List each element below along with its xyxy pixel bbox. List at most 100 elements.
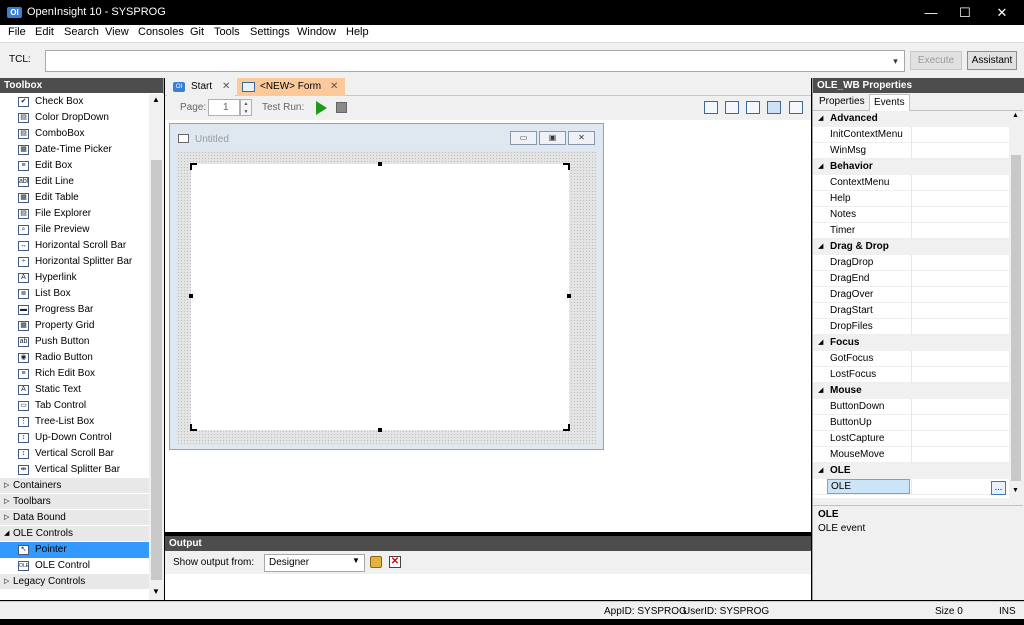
- resize-handle[interactable]: [563, 424, 570, 431]
- expanded-arrow-icon[interactable]: ◢: [818, 383, 823, 399]
- event-value[interactable]: [911, 367, 1007, 383]
- event-row[interactable]: DragOver: [813, 287, 1009, 303]
- event-row[interactable]: InitContextMenu: [813, 127, 1009, 143]
- event-value[interactable]: [911, 191, 1007, 207]
- close-button[interactable]: ✕: [985, 0, 1019, 25]
- align-center-icon[interactable]: [725, 101, 739, 114]
- event-row[interactable]: DropFiles: [813, 319, 1009, 335]
- menu-search[interactable]: Search: [64, 26, 99, 38]
- find-in-output-icon[interactable]: [370, 556, 382, 568]
- toolbox-item[interactable]: ⇹ Vertical Splitter Bar: [0, 462, 149, 478]
- event-value[interactable]: [911, 127, 1007, 143]
- toolbox-item[interactable]: ◉ Radio Button: [0, 350, 149, 366]
- toolbox-item[interactable]: ↔ Horizontal Scroll Bar: [0, 238, 149, 254]
- toolbox-item[interactable]: ▬ Progress Bar: [0, 302, 149, 318]
- event-value[interactable]: [911, 223, 1007, 239]
- assistant-button[interactable]: Assistant: [967, 51, 1017, 70]
- collapsed-arrow-icon[interactable]: ▷: [4, 478, 9, 493]
- resize-handle[interactable]: [378, 162, 382, 166]
- execute-button[interactable]: Execute: [910, 51, 962, 70]
- toolbox-item[interactable]: ⌕ File Preview: [0, 222, 149, 238]
- expanded-arrow-icon[interactable]: ◢: [818, 335, 823, 351]
- toolbox-item[interactable]: A Hyperlink: [0, 270, 149, 286]
- title-bar[interactable]: OI OpenInsight 10 - SYSPROG — ☐ ✕: [0, 0, 1024, 25]
- event-row[interactable]: Notes: [813, 207, 1009, 223]
- toolbox-group[interactable]: ▷ Data Bound: [0, 510, 149, 525]
- scroll-down-icon[interactable]: ▼: [152, 587, 160, 596]
- scroll-up-icon[interactable]: ▲: [1012, 112, 1019, 119]
- event-value[interactable]: [911, 255, 1007, 271]
- tab-events[interactable]: Events: [869, 94, 910, 111]
- event-category[interactable]: ◢ Advanced: [813, 111, 1009, 127]
- toolbox-item[interactable]: ▤ Color DropDown: [0, 110, 149, 126]
- expanded-arrow-icon[interactable]: ◢: [4, 526, 9, 541]
- event-row[interactable]: OLE: [813, 479, 1009, 495]
- menu-tools[interactable]: Tools: [214, 26, 240, 38]
- event-value[interactable]: [911, 351, 1007, 367]
- output-source-select[interactable]: Designer: [264, 554, 365, 572]
- event-row[interactable]: ButtonUp: [813, 415, 1009, 431]
- resize-handle[interactable]: [567, 294, 571, 298]
- menu-view[interactable]: View: [105, 26, 129, 38]
- event-value[interactable]: [911, 207, 1007, 223]
- toolbox-item[interactable]: ▦ Edit Table: [0, 190, 149, 206]
- resize-handle[interactable]: [189, 294, 193, 298]
- event-value[interactable]: [911, 431, 1007, 447]
- resize-handle[interactable]: [563, 163, 570, 170]
- toolbox-item[interactable]: ▦ Property Grid: [0, 318, 149, 334]
- event-category[interactable]: ◢ Focus: [813, 335, 1009, 351]
- toolbox-item[interactable]: abl Edit Line: [0, 174, 149, 190]
- ellipsis-button[interactable]: ...: [991, 481, 1006, 495]
- scroll-up-icon[interactable]: ▲: [152, 95, 160, 104]
- expanded-arrow-icon[interactable]: ◢: [818, 159, 823, 175]
- scroll-down-icon[interactable]: ▼: [1012, 487, 1019, 494]
- tab-properties[interactable]: Properties: [815, 94, 869, 111]
- event-row[interactable]: DragEnd: [813, 271, 1009, 287]
- menu-help[interactable]: Help: [346, 26, 369, 38]
- tab-start[interactable]: OI Start ✕: [167, 78, 235, 96]
- resize-handle[interactable]: [378, 428, 382, 432]
- toolbox-item[interactable]: ab Push Button: [0, 334, 149, 350]
- menu-consoles[interactable]: Consoles: [138, 26, 184, 38]
- toolbox-item[interactable]: ↕ Vertical Scroll Bar: [0, 446, 149, 462]
- event-row[interactable]: MouseMove: [813, 447, 1009, 463]
- toolbox-item[interactable]: ↖ Pointer: [0, 542, 149, 558]
- event-row[interactable]: ButtonDown: [813, 399, 1009, 415]
- expanded-arrow-icon[interactable]: ◢: [818, 111, 823, 127]
- output-text-area[interactable]: [165, 574, 811, 600]
- event-value[interactable]: [911, 175, 1007, 191]
- event-value[interactable]: [911, 399, 1007, 415]
- chevron-down-icon[interactable]: ▼: [352, 556, 360, 565]
- grid-icon[interactable]: [789, 101, 803, 114]
- toolbox-item[interactable]: ▤ File Explorer: [0, 206, 149, 222]
- event-row[interactable]: DragStart: [813, 303, 1009, 319]
- play-icon[interactable]: [316, 101, 327, 115]
- maximize-button[interactable]: ☐: [948, 0, 982, 25]
- collapsed-arrow-icon[interactable]: ▷: [4, 510, 9, 525]
- toolbox-item[interactable]: ▤ ComboBox: [0, 126, 149, 142]
- toolbox-group[interactable]: ▷ Toolbars: [0, 494, 149, 509]
- menu-settings[interactable]: Settings: [250, 26, 290, 38]
- menu-edit[interactable]: Edit: [35, 26, 54, 38]
- toolbox-group[interactable]: ◢ OLE Controls: [0, 526, 149, 541]
- toolbox-item[interactable]: ↕ Up-Down Control: [0, 430, 149, 446]
- collapsed-arrow-icon[interactable]: ▷: [4, 494, 9, 509]
- select-all-icon[interactable]: [767, 101, 781, 114]
- page-number-input[interactable]: 1: [208, 99, 240, 116]
- event-value[interactable]: [911, 319, 1007, 335]
- collapsed-arrow-icon[interactable]: ▷: [4, 574, 9, 589]
- toolbox-item[interactable]: ▭ Tab Control: [0, 398, 149, 414]
- event-value[interactable]: [911, 287, 1007, 303]
- event-row[interactable]: ContextMenu: [813, 175, 1009, 191]
- expanded-arrow-icon[interactable]: ◢: [818, 239, 823, 255]
- toolbox-item[interactable]: OLE OLE Control: [0, 558, 149, 574]
- page-spinner[interactable]: ▲ ▼: [240, 99, 252, 116]
- toolbox-scroll-thumb[interactable]: [151, 160, 162, 580]
- event-row[interactable]: LostCapture: [813, 431, 1009, 447]
- event-row[interactable]: Timer: [813, 223, 1009, 239]
- event-value[interactable]: [911, 447, 1007, 463]
- align-right-icon[interactable]: [746, 101, 760, 114]
- toolbox-item[interactable]: ≡ Rich Edit Box: [0, 366, 149, 382]
- event-row[interactable]: Help: [813, 191, 1009, 207]
- align-left-icon[interactable]: [704, 101, 718, 114]
